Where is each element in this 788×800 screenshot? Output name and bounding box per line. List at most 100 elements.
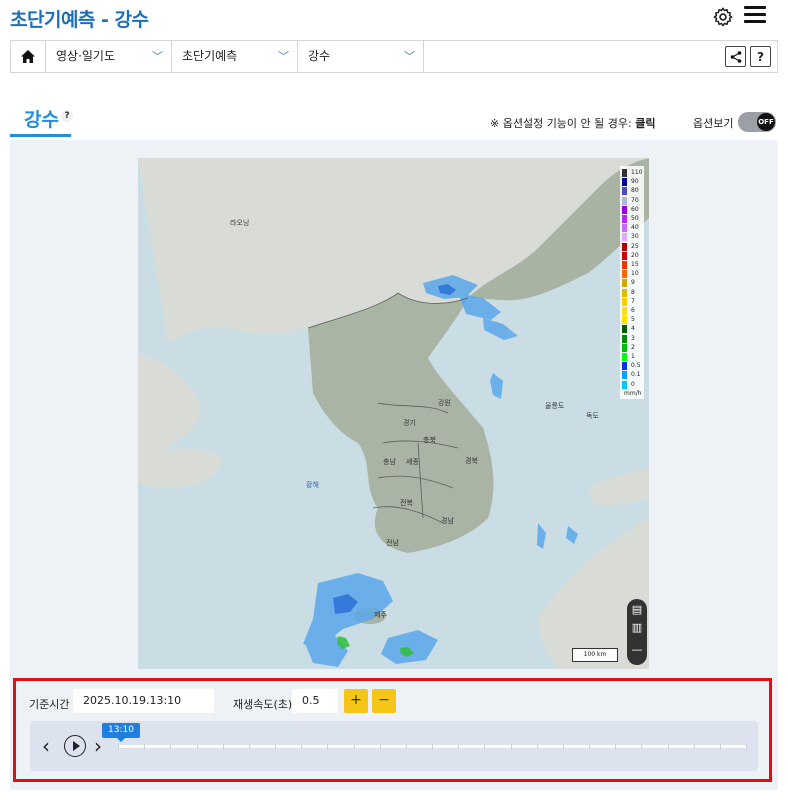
timeline-tick <box>118 744 119 749</box>
legend-item: 25 <box>622 242 644 251</box>
home-icon <box>21 50 35 63</box>
legend-swatch <box>622 325 627 334</box>
legend-value: 30 <box>631 233 639 241</box>
legend-value: 7 <box>631 297 635 305</box>
legend-swatch <box>622 205 627 214</box>
zoom-out-button[interactable]: — <box>627 643 647 656</box>
option-note: ※ 옵션설정 기능이 안 될 경우: 클릭 <box>490 115 655 131</box>
menu-button[interactable] <box>744 6 766 28</box>
timeline-slider[interactable] <box>118 744 747 749</box>
legend-item: 0.1 <box>622 370 644 380</box>
legend-swatch <box>622 251 627 260</box>
tab-help-icon[interactable]: ? <box>61 110 73 122</box>
timeline-tick <box>693 744 695 749</box>
legend-unit: mm/h <box>624 390 642 397</box>
share-button[interactable] <box>725 46 746 67</box>
breadcrumb-item-page[interactable]: 강수 ﹀ <box>298 41 424 72</box>
hamburger-icon <box>744 6 766 9</box>
legend-swatch <box>622 270 627 279</box>
speed-field[interactable]: 0.5 <box>292 689 338 713</box>
help-button[interactable]: ? <box>750 46 771 67</box>
legend-swatch <box>622 196 627 205</box>
legend-item: 5 <box>622 315 644 325</box>
timeline: ‹ › 13:10 <box>30 721 758 771</box>
legend-swatch <box>622 371 627 380</box>
legend-item: 20 <box>622 251 644 260</box>
legend-item: 0 <box>622 380 644 389</box>
settings-button[interactable] <box>712 6 734 28</box>
legend-value: 10 <box>631 270 639 278</box>
legend-item: 110 <box>622 168 644 177</box>
next-frame-button[interactable]: › <box>94 734 102 758</box>
page-title: 초단기예측 - 강수 <box>10 9 149 31</box>
legend-item: 40 <box>622 223 644 233</box>
breadcrumb-item-label: 영상·일기도 <box>56 49 116 63</box>
timeline-tick <box>719 744 721 749</box>
speed-label: 재생속도(초) <box>233 698 293 711</box>
option-view-toggle[interactable]: OFF <box>738 112 776 132</box>
legend-item: 80 <box>622 186 644 196</box>
speed-increase-button[interactable]: + <box>344 689 368 713</box>
legend-value: 0.1 <box>631 371 641 379</box>
map-label-jeonnam: 전남 <box>386 539 399 547</box>
tab-precipitation[interactable]: 강수 <box>24 105 59 132</box>
chevron-down-icon: ﹀ <box>404 50 415 63</box>
chevron-down-icon: ﹀ <box>152 50 163 63</box>
legend-swatch <box>622 187 627 196</box>
breadcrumb-item-label: 초단기예측 <box>182 49 238 63</box>
legend-value: 60 <box>631 205 639 213</box>
gear-icon <box>713 7 733 27</box>
precipitation-map[interactable]: 라오닝 강원 경기 충북 충남 세종 경북 전북 경남 전남 황해 울릉도 독도… <box>138 158 649 669</box>
legend-swatch <box>622 297 627 306</box>
map-label-yellow-sea: 황해 <box>306 481 319 489</box>
precipitation-legend: mm/h 110 90 80 70 60 50 40 30 25 20 15 10 9 8 7 6 5 4 3 2 1 0… <box>620 166 644 399</box>
speed-decrease-button[interactable]: − <box>372 689 396 713</box>
timeline-tick <box>327 744 329 749</box>
toggle-knob: OFF <box>757 113 775 131</box>
legend-item: 0.5 <box>622 361 644 371</box>
legend-value: 0.5 <box>631 362 641 370</box>
option-view-label: 옵션보기 <box>693 117 734 130</box>
legend-value: 4 <box>631 325 635 333</box>
breadcrumb-item-subcategory[interactable]: 초단기예측 ﹀ <box>172 41 298 72</box>
legend-item: 30 <box>622 232 644 242</box>
legend-swatch <box>622 279 627 288</box>
legend-swatch <box>622 307 627 315</box>
tab-active-indicator <box>10 134 71 137</box>
legend-swatch <box>622 380 627 389</box>
legend-item: 1 <box>622 352 644 361</box>
legend-item: 90 <box>622 177 644 187</box>
breadcrumb: 영상·일기도 ﹀ 초단기예측 ﹀ 강수 ﹀ ? <box>10 40 778 73</box>
timeline-tick <box>458 744 460 749</box>
home-button[interactable] <box>11 41 46 72</box>
legend-value: 3 <box>631 334 635 342</box>
breadcrumb-item-category[interactable]: 영상·일기도 ﹀ <box>46 41 172 72</box>
legend-swatch <box>622 343 627 352</box>
timeline-tick <box>746 744 747 749</box>
map-label-gyeongnam: 경남 <box>441 517 454 525</box>
legend-swatch <box>622 242 627 251</box>
timeline-tick <box>641 744 643 749</box>
base-time-field[interactable]: 2025.10.19.13:10 <box>73 689 214 713</box>
map-label-gyeonggi: 경기 <box>403 419 416 427</box>
legend-swatch <box>622 353 627 361</box>
legend-value: 20 <box>631 251 639 259</box>
map-zoom-control[interactable]: ▤ ▥ — <box>627 599 647 665</box>
legend-swatch <box>622 362 627 371</box>
layer-toggle-icon[interactable]: ▤ <box>627 603 647 616</box>
legend-swatch <box>622 169 627 177</box>
option-note-text: ※ 옵션설정 기능이 안 될 경우: <box>490 117 632 130</box>
map-label-ulleungdo: 울릉도 <box>545 402 565 410</box>
legend-value: 50 <box>631 215 639 222</box>
timeline-tick <box>510 744 512 749</box>
timeline-tick <box>589 744 590 749</box>
timeline-tick <box>196 744 198 749</box>
play-button[interactable] <box>64 735 86 757</box>
legend-item: 50 <box>622 214 644 223</box>
legend-value: 90 <box>631 178 639 186</box>
map-label-raoning: 라오닝 <box>230 219 250 227</box>
zoom-in-button[interactable]: ▥ <box>627 621 647 634</box>
option-note-click-link[interactable]: 클릭 <box>635 117 655 130</box>
timeline-tick <box>353 744 355 749</box>
prev-frame-button[interactable]: ‹ <box>42 734 50 758</box>
